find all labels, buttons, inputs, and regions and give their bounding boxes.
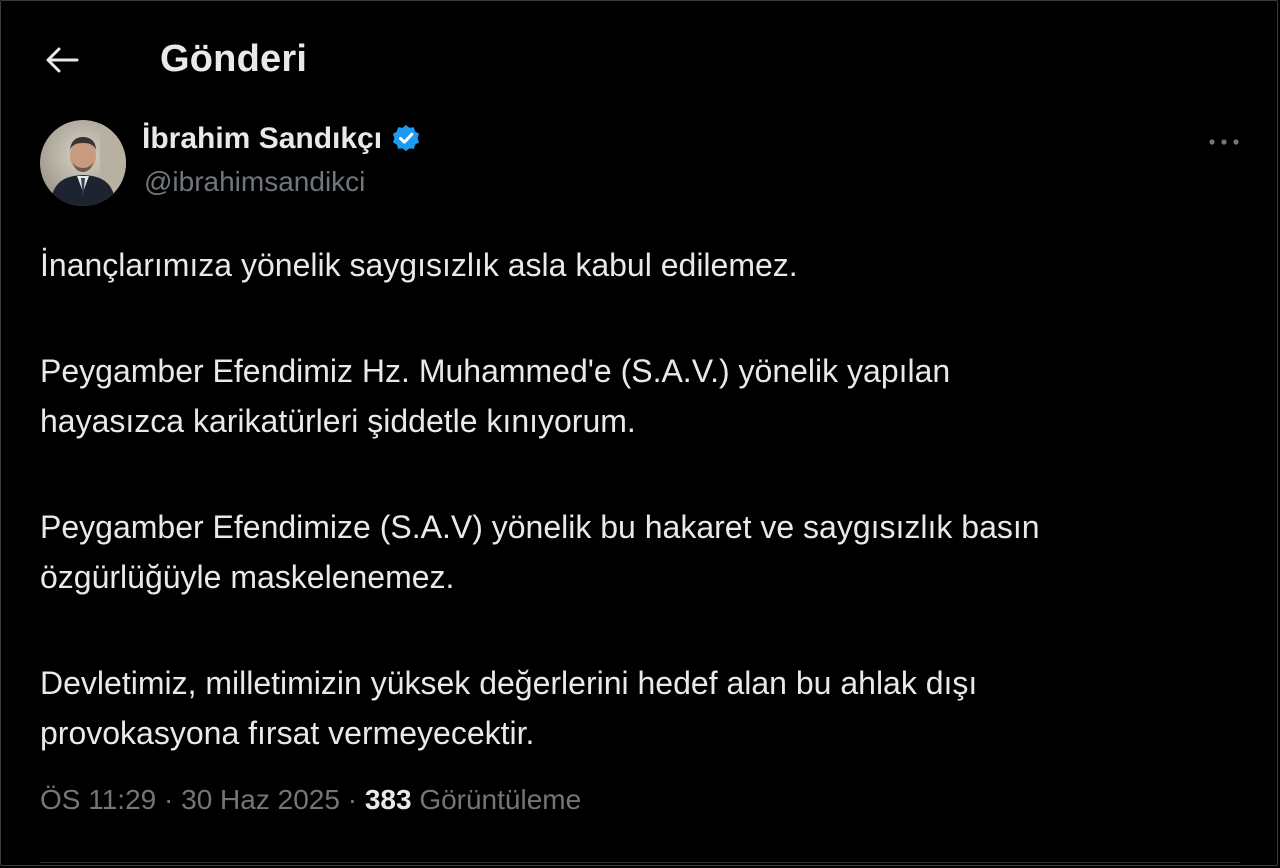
meta-separator: · xyxy=(164,784,174,815)
page-title: Gönderi xyxy=(160,38,308,80)
post-paragraph: Peygamber Efendimiz Hz. Muhammed'e (S.A.… xyxy=(40,353,951,439)
post-metadata: ÖS 11:29 · 30 Haz 2025 · 383 Görüntüleme xyxy=(40,784,581,816)
views-label: Görüntüleme xyxy=(419,784,582,815)
more-options-button[interactable] xyxy=(1198,122,1250,162)
meta-separator: · xyxy=(347,784,358,815)
post-text: İnançlarımıza yönelik saygısızlık asla k… xyxy=(40,240,1220,814)
back-button[interactable] xyxy=(36,36,88,84)
verified-badge-icon xyxy=(393,125,420,152)
views-count: 383 xyxy=(364,784,412,815)
post-paragraph: İnançlarımıza yönelik saygısızlık asla k… xyxy=(40,247,798,283)
more-horizontal-icon xyxy=(1209,139,1239,145)
post-date[interactable]: 30 Haz 2025 xyxy=(181,784,340,815)
arrow-left-icon xyxy=(46,47,79,73)
post-time[interactable]: ÖS 11:29 xyxy=(40,784,156,815)
post-paragraph: Peygamber Efendimize (S.A.V) yönelik bu … xyxy=(40,509,1040,595)
author-handle[interactable]: @ibrahimsandikci xyxy=(144,166,365,198)
author-name-text: İbrahim Sandıkçı xyxy=(142,122,383,155)
post-paragraph: Devletimiz, milletimizin yüksek değerler… xyxy=(40,665,978,751)
author-name[interactable]: İbrahim Sandıkçı xyxy=(142,122,422,156)
avatar-image xyxy=(40,120,126,206)
divider xyxy=(40,862,1240,863)
avatar[interactable] xyxy=(40,120,126,206)
